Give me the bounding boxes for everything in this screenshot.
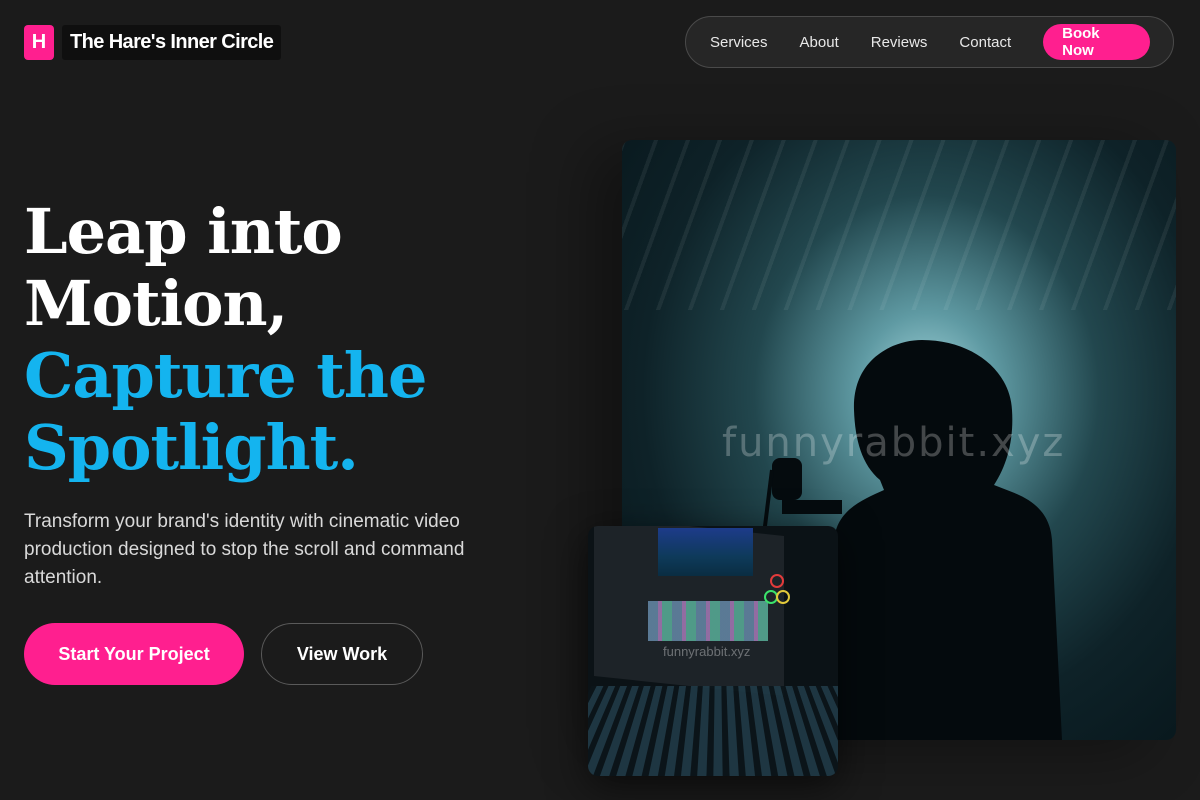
editing-timeline (648, 601, 768, 641)
color-wheel-icon (776, 590, 790, 604)
nav-link-reviews[interactable]: Reviews (871, 34, 928, 51)
nav-link-services[interactable]: Services (710, 34, 768, 51)
brand-name: The Hare's Inner Circle (62, 25, 282, 60)
keyboard (588, 686, 838, 776)
headline-line-3: Capture the (24, 339, 427, 412)
nav-link-contact[interactable]: Contact (959, 34, 1011, 51)
main-watermark: funnyrabbit.xyz (722, 420, 1066, 466)
main-nav: Services About Reviews Contact Book Now (685, 16, 1174, 68)
headline-line-1: Leap into (24, 195, 343, 268)
headline-line-2: Motion, (24, 267, 288, 340)
inset-watermark: funnyrabbit.xyz (663, 644, 751, 659)
brand-mark-icon: H (24, 25, 54, 60)
color-wheel-icon (770, 574, 784, 588)
brand-logo[interactable]: H The Hare's Inner Circle (24, 25, 282, 60)
start-project-button[interactable]: Start Your Project (24, 623, 244, 685)
view-work-button[interactable]: View Work (261, 623, 423, 685)
hero-headline: Leap into Motion, Capture the Spotlight. (24, 195, 427, 484)
hero-description: Transform your brand's identity with cin… (24, 511, 465, 588)
video-preview (658, 528, 753, 576)
headline-line-4: Spotlight. (24, 411, 359, 484)
nav-link-about[interactable]: About (800, 34, 839, 51)
editing-laptop-photo: funnyrabbit.xyz (588, 526, 838, 776)
book-now-button[interactable]: Book Now (1043, 24, 1150, 60)
